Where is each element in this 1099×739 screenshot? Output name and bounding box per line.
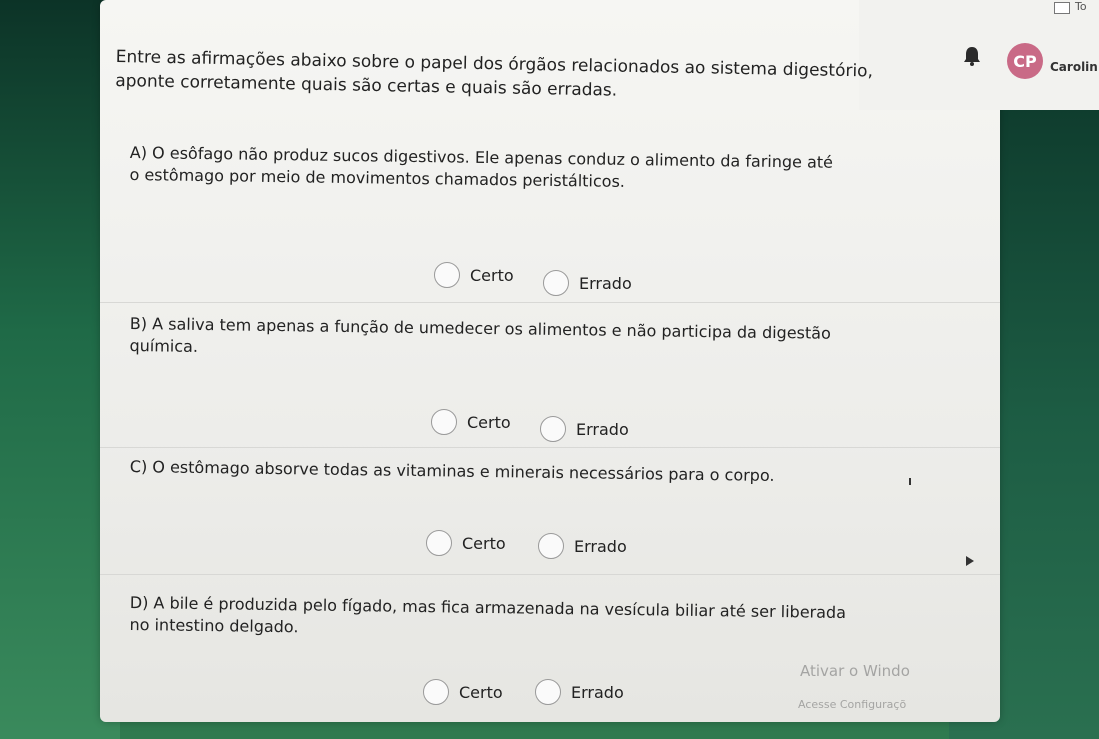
divider [100,447,1000,448]
option-b-certo[interactable]: Certo [431,409,511,435]
window-icon[interactable] [1054,2,1070,14]
label-a-errado: Errado [579,273,632,293]
label-d-certo: Certo [459,682,503,702]
label-d-errado: Errado [571,682,624,702]
activation-watermark-title: Ativar o Windo [800,662,910,680]
radio-a-errado[interactable] [543,270,569,296]
option-d-certo[interactable]: Certo [423,679,503,705]
divider [100,302,1000,303]
option-a-errado[interactable]: Errado [543,270,632,296]
radio-b-errado[interactable] [540,416,566,442]
label-b-errado: Errado [576,419,629,439]
mouse-pointer-icon [966,556,974,566]
option-c-certo[interactable]: Certo [426,530,506,556]
radio-c-certo[interactable] [426,530,452,556]
label-c-errado: Errado [574,536,627,556]
option-d-errado[interactable]: Errado [535,679,624,705]
label-b-certo: Certo [467,412,511,432]
radio-d-errado[interactable] [535,679,561,705]
radio-c-errado[interactable] [538,533,564,559]
option-b-errado[interactable]: Errado [540,416,629,442]
activation-watermark-subtitle: Acesse Configuraçõ [798,698,907,711]
corner-label: To [1075,0,1087,13]
divider [100,574,1000,575]
label-a-certo: Certo [470,265,514,285]
notification-bell-icon[interactable] [963,46,981,66]
label-c-certo: Certo [462,533,506,553]
option-c-errado[interactable]: Errado [538,533,627,559]
radio-d-certo[interactable] [423,679,449,705]
text-cursor-mark [909,478,911,485]
radio-a-certo[interactable] [434,262,460,288]
radio-b-certo[interactable] [431,409,457,435]
option-a-certo[interactable]: Certo [434,262,514,288]
avatar[interactable]: CP [1007,43,1043,79]
username[interactable]: Carolin [1050,60,1098,74]
